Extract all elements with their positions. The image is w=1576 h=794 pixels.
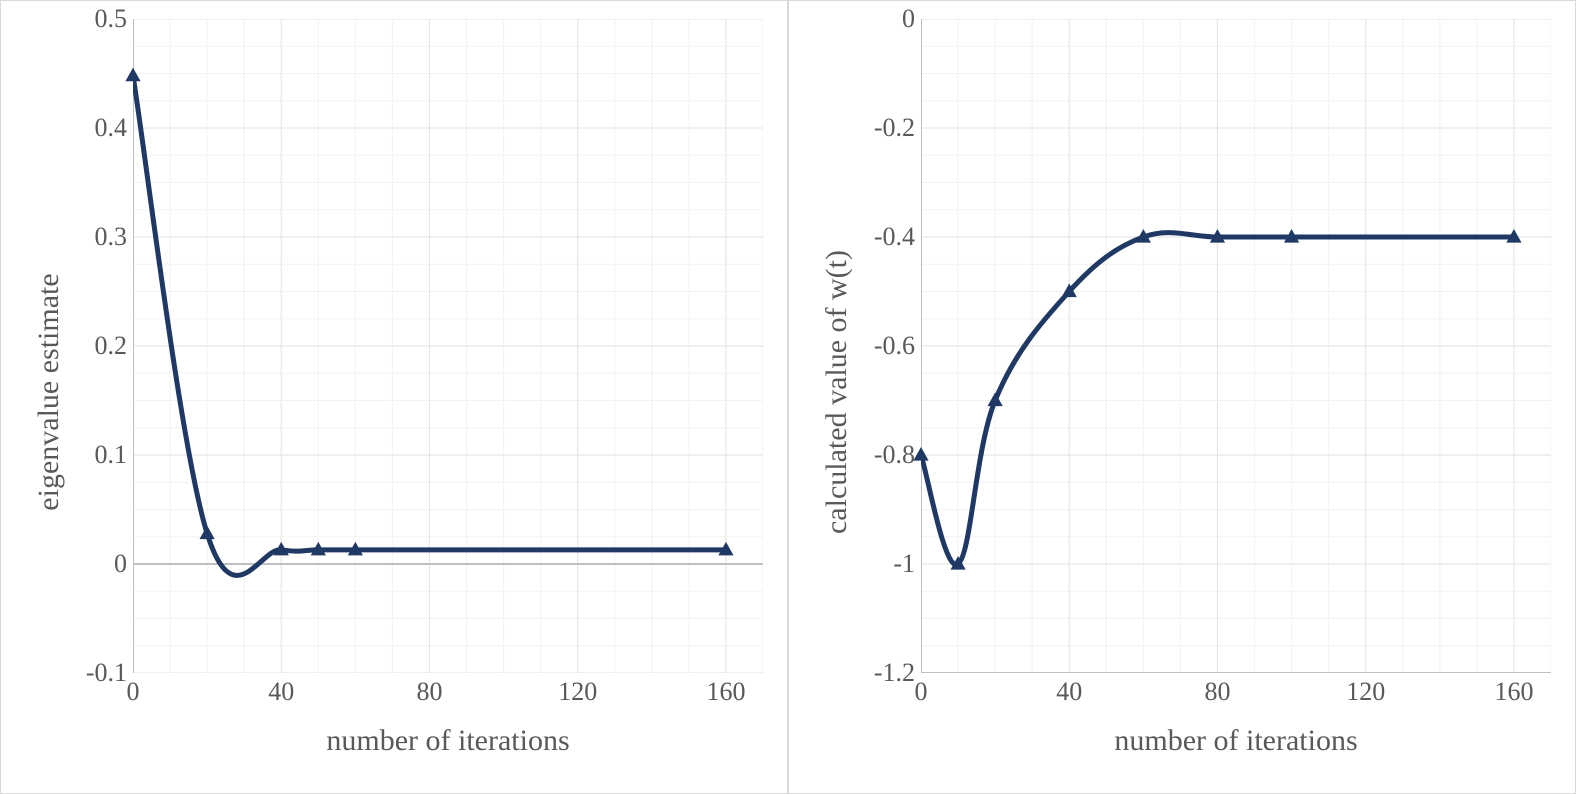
x-tick: 80 — [416, 677, 442, 707]
y-tick: 0.4 — [95, 113, 128, 143]
data-marker-triangle-icon — [1506, 229, 1521, 243]
x-tick: 120 — [1346, 677, 1385, 707]
y-tick: 0.1 — [95, 440, 128, 470]
x-tick: 160 — [1494, 677, 1533, 707]
y-tick: 0.5 — [95, 4, 128, 34]
data-marker-triangle-icon — [200, 525, 215, 539]
data-marker-triangle-icon — [988, 393, 1003, 407]
y-tick: -0.4 — [874, 222, 915, 252]
y-axis-label: eigenvalue estimate — [32, 273, 66, 510]
chart-markers — [133, 19, 763, 673]
x-tick: 40 — [1056, 677, 1082, 707]
data-marker-triangle-icon — [718, 542, 733, 556]
y-tick: 0 — [114, 549, 127, 579]
y-tick: -0.2 — [874, 113, 915, 143]
data-marker-triangle-icon — [1284, 229, 1299, 243]
x-tick: 0 — [915, 677, 928, 707]
data-marker-triangle-icon — [1210, 229, 1225, 243]
y-tick: 0.3 — [95, 222, 128, 252]
y-tick: -0.6 — [874, 331, 915, 361]
x-tick: 160 — [706, 677, 745, 707]
data-marker-triangle-icon — [311, 542, 326, 556]
y-tick: -0.1 — [86, 658, 127, 688]
y-tick: 0.2 — [95, 331, 128, 361]
x-tick-labels: 04080120160 — [133, 673, 763, 717]
chart-panel-left: eigenvalue estimate-0.100.10.20.30.40.50… — [0, 0, 788, 794]
y-tick-labels: -0.100.10.20.30.40.5 — [73, 19, 133, 765]
data-marker-triangle-icon — [950, 556, 965, 570]
plot-area — [921, 19, 1551, 673]
plot-area — [133, 19, 763, 673]
chart-markers — [921, 19, 1551, 673]
data-marker-triangle-icon — [1062, 284, 1077, 298]
x-tick-labels: 04080120160 — [921, 673, 1551, 717]
x-tick: 40 — [268, 677, 294, 707]
y-tick: -1.2 — [874, 658, 915, 688]
y-tick-labels: -1.2-1-0.8-0.6-0.4-0.20 — [861, 19, 921, 765]
data-marker-triangle-icon — [1136, 229, 1151, 243]
y-tick: -0.8 — [874, 440, 915, 470]
data-marker-triangle-icon — [348, 542, 363, 556]
x-tick: 120 — [558, 677, 597, 707]
chart-panel-right: calculated value of w(t) -1.2 -1 -0.8 -0.6 -0… — [788, 0, 1576, 794]
x-axis-label: number of iterations — [326, 724, 569, 758]
figure: eigenvalue estimate-0.100.10.20.30.40.50… — [0, 0, 1576, 794]
data-marker-triangle-icon — [274, 542, 289, 556]
x-axis-label: number of iterations — [1114, 724, 1357, 758]
y-tick: 0 — [902, 4, 915, 34]
x-tick: 0 — [127, 677, 140, 707]
y-tick: -1 — [893, 549, 915, 579]
x-tick: 80 — [1204, 677, 1230, 707]
y-axis-label: calculated value of w(t) — [820, 250, 854, 534]
